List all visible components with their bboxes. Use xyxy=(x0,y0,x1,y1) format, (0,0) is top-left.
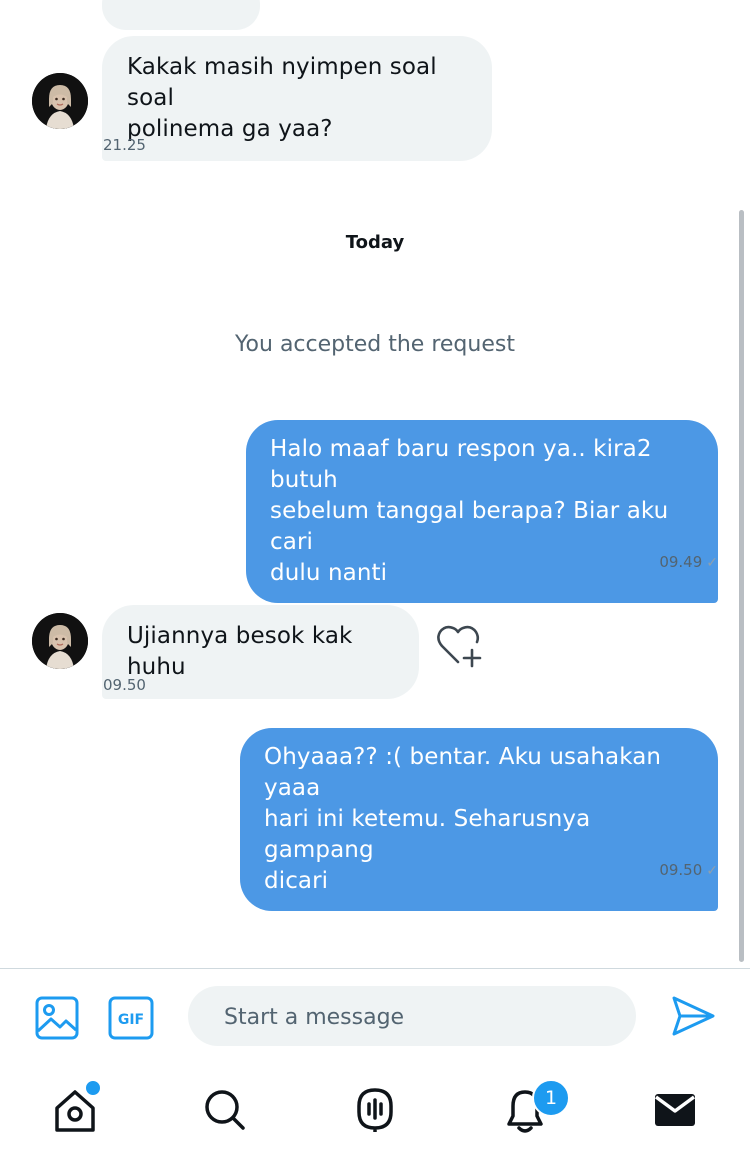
timestamp-text: 09.49 xyxy=(659,553,703,571)
sent-check-icon: ✓ xyxy=(706,863,718,879)
outgoing-message-bubble[interactable]: Ohyaaa?? :( bentar. Aku usahakan yaaa ha… xyxy=(240,728,718,911)
spaces-icon[interactable] xyxy=(345,1080,405,1140)
outgoing-message-bubble[interactable]: Halo maaf baru respon ya.. kira2 butuh s… xyxy=(246,420,718,603)
incoming-message-bubble[interactable]: Kakak masih nyimpen soal soal polinema g… xyxy=(102,36,492,161)
message-timestamp: 09.49 ✓ xyxy=(659,553,718,571)
timestamp-text: 09.50 xyxy=(659,861,703,879)
message-line: dicari xyxy=(264,868,329,894)
message-line: hari ini ketemu. Seharusnya gampang xyxy=(264,806,591,863)
message-line: Ujiannya besok kak huhu xyxy=(127,623,353,680)
home-unread-dot xyxy=(84,1079,102,1097)
message-timestamp: 09.50 ✓ xyxy=(659,861,718,879)
gif-icon[interactable]: GIF xyxy=(108,995,154,1041)
message-line: Halo maaf baru respon ya.. kira2 butuh xyxy=(270,436,652,493)
sent-check-icon: ✓ xyxy=(706,555,718,571)
add-reaction-heart-icon[interactable] xyxy=(434,622,486,668)
message-line: Ohyaaa?? :( bentar. Aku usahakan yaaa xyxy=(264,744,662,801)
gif-label: GIF xyxy=(118,1012,144,1028)
previous-message-bubble xyxy=(102,0,260,30)
message-line: Kakak masih nyimpen soal soal xyxy=(127,54,437,111)
search-icon[interactable] xyxy=(195,1080,255,1140)
incoming-message-bubble[interactable]: Ujiannya besok kak huhu xyxy=(102,605,419,699)
message-thread[interactable]: Kakak masih nyimpen soal soal polinema g… xyxy=(0,0,750,968)
message-line: polinema ga yaa? xyxy=(127,116,333,142)
messages-icon[interactable] xyxy=(645,1080,705,1140)
message-input-container[interactable] xyxy=(188,986,636,1048)
notifications-badge: 1 xyxy=(532,1079,570,1117)
image-icon[interactable] xyxy=(34,995,80,1041)
bottom-tab-bar xyxy=(0,1058,750,1160)
message-input[interactable] xyxy=(222,986,616,1048)
message-timestamp: 09.50 xyxy=(103,676,146,694)
message-timestamp: 21.25 xyxy=(103,136,146,154)
message-line: sebelum tanggal berapa? Biar aku cari xyxy=(270,498,669,555)
sender-avatar[interactable] xyxy=(32,613,88,669)
sender-avatar[interactable] xyxy=(32,73,88,129)
system-message: You accepted the request xyxy=(235,332,515,357)
day-separator: Today xyxy=(345,232,405,253)
scrollbar[interactable] xyxy=(739,210,744,962)
message-line: dulu nanti xyxy=(270,560,388,586)
send-icon[interactable] xyxy=(670,993,716,1039)
message-composer: GIF xyxy=(0,968,750,1059)
